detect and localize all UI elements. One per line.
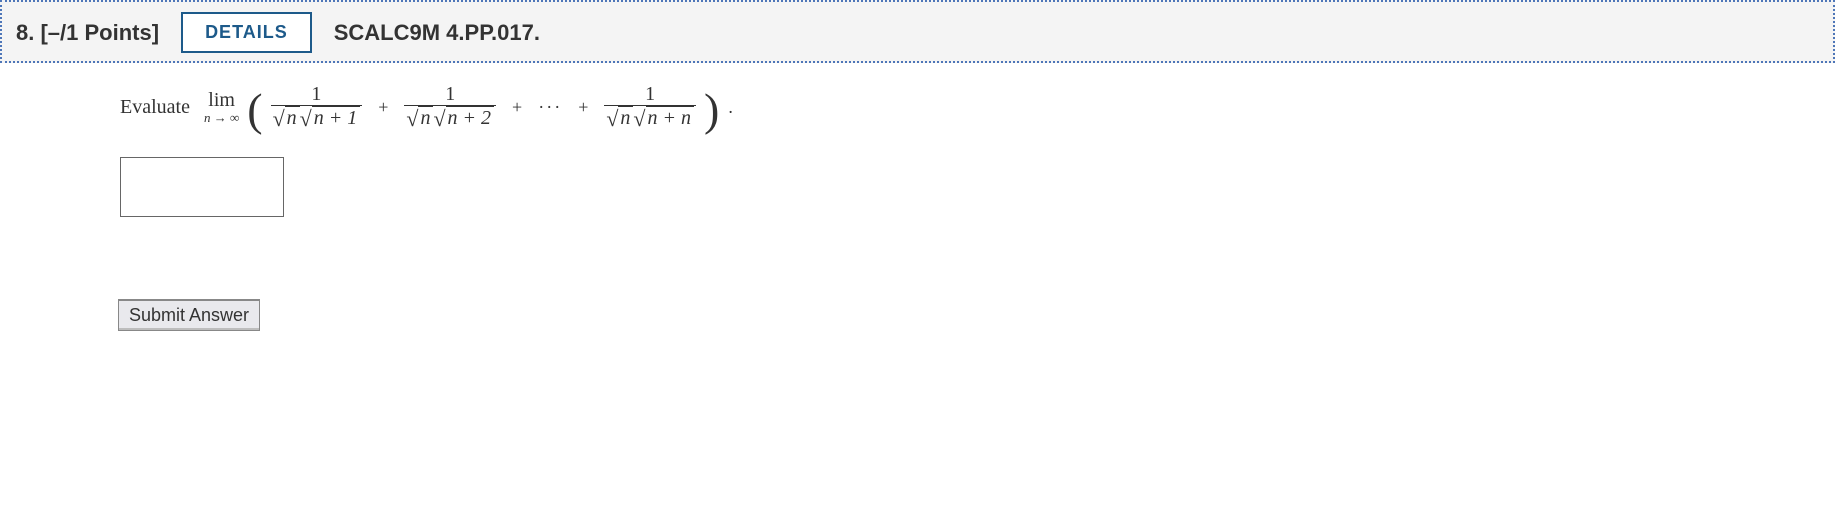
prompt-expression: Evaluate lim n → ∞ ( 1 √n√n + 1 + 1 √n√n… — [120, 83, 1813, 131]
question-body: Evaluate lim n → ∞ ( 1 √n√n + 1 + 1 √n√n… — [0, 63, 1835, 245]
term-n-num: 1 — [643, 83, 657, 105]
ellipsis: ··· — [536, 97, 564, 118]
plus-1: + — [370, 97, 396, 118]
plus-3: + — [570, 97, 596, 118]
limit-operator: lim n → ∞ — [202, 90, 241, 125]
term-1-inner: n + 1 — [312, 106, 361, 129]
term-1-outer-var: n — [285, 106, 300, 129]
open-paren: ( — [247, 96, 262, 124]
question-header: 8. [–/1 Points] DETAILS SCALC9M 4.PP.017… — [0, 0, 1835, 63]
term-2: 1 √n√n + 2 — [402, 83, 498, 131]
term-2-outer-var: n — [418, 106, 433, 129]
submit-bar: Submit Answer — [118, 299, 284, 331]
term-1-den: √n√n + 1 — [271, 105, 363, 131]
details-button[interactable]: DETAILS — [181, 12, 312, 53]
term-1-num: 1 — [309, 83, 323, 105]
prompt-prefix: Evaluate — [120, 96, 196, 119]
term-n-outer-var: n — [618, 106, 633, 129]
question-number: 8. — [16, 20, 34, 45]
submit-answer-button[interactable]: Submit Answer — [118, 299, 260, 331]
question-number-points: 8. [–/1 Points] — [16, 20, 159, 46]
period: . — [725, 97, 733, 118]
limit-text: lim — [208, 90, 235, 111]
limit-subscript: n → ∞ — [204, 111, 239, 125]
question-code: SCALC9M 4.PP.017. — [334, 20, 540, 46]
term-n: 1 √n√n + n — [602, 83, 698, 131]
term-1: 1 √n√n + 1 — [269, 83, 365, 131]
plus-2: + — [504, 97, 530, 118]
question-points: [–/1 Points] — [40, 20, 159, 45]
term-n-den: √n√n + n — [604, 105, 696, 131]
term-2-den: √n√n + 2 — [404, 105, 496, 131]
term-n-inner: n + n — [646, 106, 695, 129]
close-paren: ) — [704, 96, 719, 124]
answer-input[interactable] — [120, 157, 284, 217]
term-2-num: 1 — [443, 83, 457, 105]
term-2-inner: n + 2 — [446, 106, 495, 129]
